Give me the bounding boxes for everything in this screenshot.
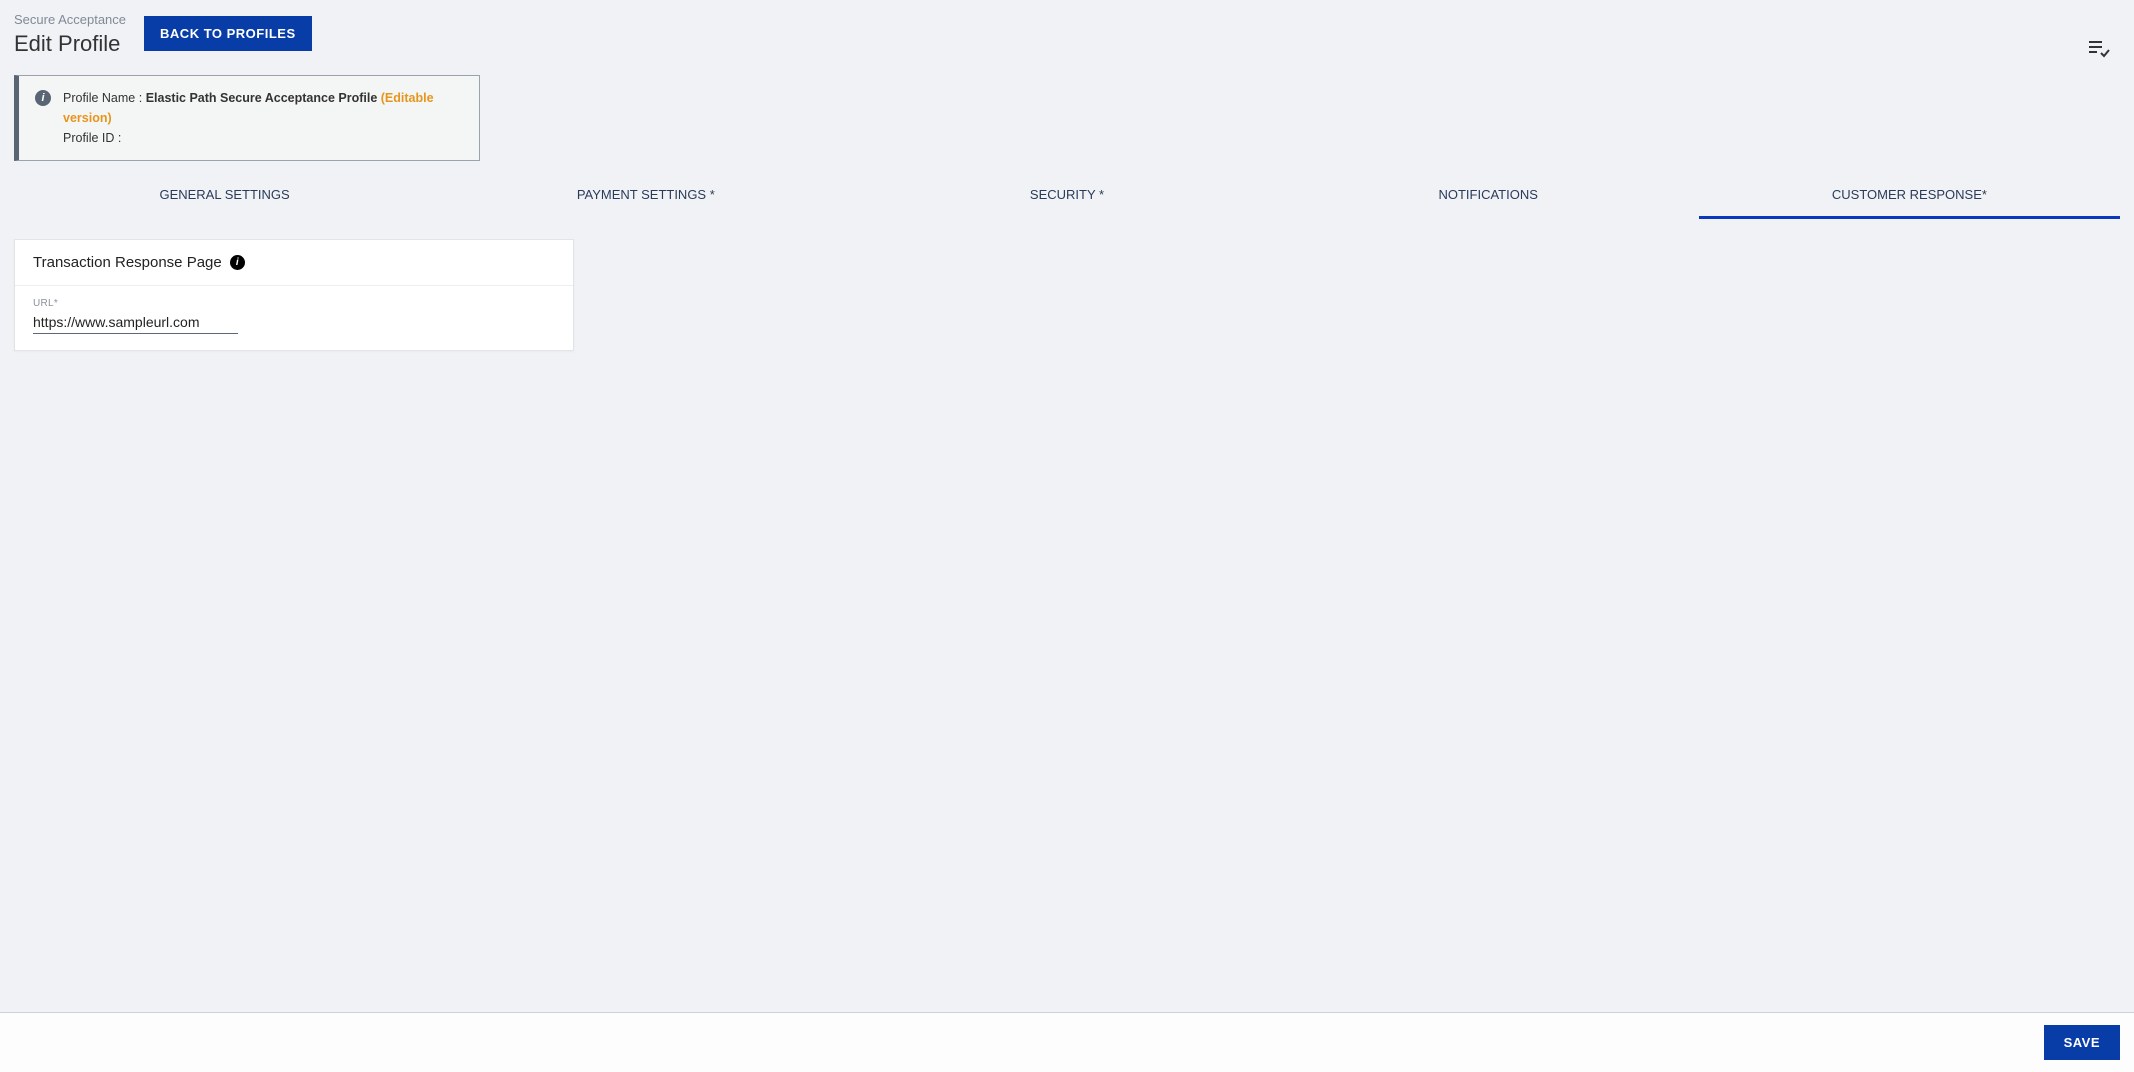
profile-info-panel: i Profile Name : Elastic Path Secure Acc… [14,75,480,161]
playlist-check-icon[interactable] [2086,36,2110,65]
save-button[interactable]: SAVE [2044,1025,2120,1060]
back-to-profiles-button[interactable]: BACK TO PROFILES [144,16,312,51]
page-title: Edit Profile [14,31,126,57]
card-body: URL* [15,286,573,350]
tab-payment-settings[interactable]: PAYMENT SETTINGS * [435,175,856,219]
profile-name-value: Elastic Path Secure Acceptance Profile [146,91,378,105]
profile-name-label: Profile Name : [63,91,142,105]
info-icon: i [35,90,51,106]
title-block: Secure Acceptance Edit Profile [14,12,126,57]
info-panel-content: Profile Name : Elastic Path Secure Accep… [63,88,463,148]
header-row: Secure Acceptance Edit Profile BACK TO P… [14,12,2120,65]
footer-bar: SAVE [0,1012,2134,1072]
url-input[interactable] [33,311,238,334]
header-left: Secure Acceptance Edit Profile BACK TO P… [14,12,312,57]
card-title: Transaction Response Page [33,254,222,271]
tab-notifications[interactable]: NOTIFICATIONS [1278,175,1699,219]
tab-general-settings[interactable]: GENERAL SETTINGS [14,175,435,219]
tab-security[interactable]: SECURITY * [856,175,1277,219]
page-container: Secure Acceptance Edit Profile BACK TO P… [0,0,2134,1012]
card-header: Transaction Response Page i [15,240,573,286]
transaction-response-card: Transaction Response Page i URL* [14,239,574,351]
info-icon[interactable]: i [230,255,245,270]
tabs-row: GENERAL SETTINGS PAYMENT SETTINGS * SECU… [14,175,2120,219]
breadcrumb: Secure Acceptance [14,12,126,27]
tab-customer-response[interactable]: CUSTOMER RESPONSE* [1699,175,2120,219]
url-field-label: URL* [33,298,555,309]
profile-id-label: Profile ID : [63,131,121,145]
